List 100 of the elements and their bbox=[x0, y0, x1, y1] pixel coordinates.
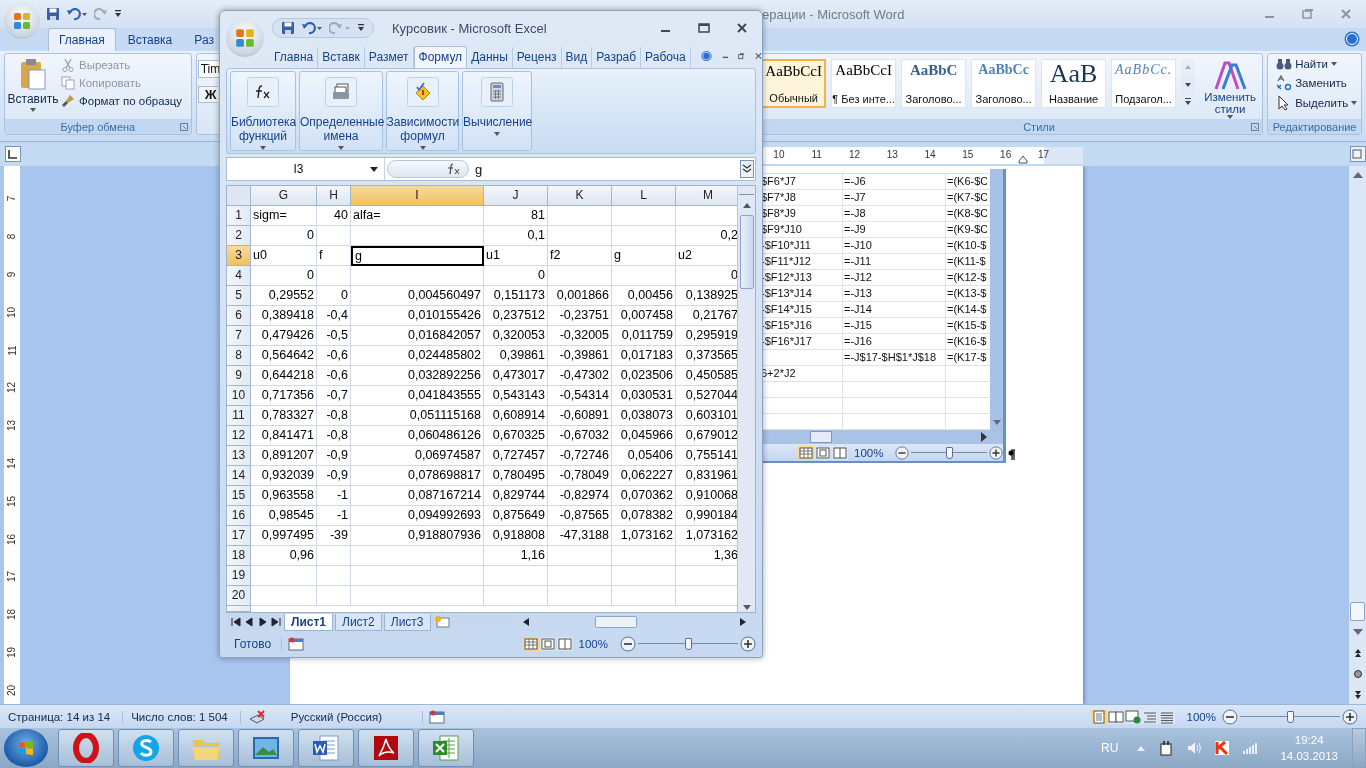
macro-record-icon[interactable] bbox=[288, 637, 305, 651]
new-sheet-icon[interactable] bbox=[432, 615, 451, 629]
zoom-in-icon[interactable] bbox=[1342, 708, 1358, 725]
style-item[interactable]: AaBbC Заголово... bbox=[901, 59, 967, 108]
scroll-down-icon[interactable] bbox=[1351, 627, 1364, 637]
editing-command[interactable]: Заменить bbox=[1276, 75, 1361, 91]
style-item[interactable]: AaB Название bbox=[1041, 59, 1107, 108]
style-item[interactable]: AaBbCc. Подзагол... bbox=[1111, 59, 1177, 108]
taskbar-button[interactable] bbox=[58, 729, 114, 767]
draft-view-icon[interactable] bbox=[1158, 709, 1175, 724]
style-item[interactable]: AaBbCcI Обычный bbox=[761, 59, 827, 108]
help-icon[interactable] bbox=[700, 48, 712, 64]
zoom-in-icon[interactable] bbox=[740, 636, 756, 652]
taskbar-button[interactable] bbox=[238, 729, 294, 767]
antivirus-k-icon[interactable] bbox=[1214, 740, 1231, 756]
scroll-right-icon[interactable] bbox=[738, 617, 748, 627]
row-header[interactable]: 15 bbox=[227, 486, 251, 506]
ribbon-tab[interactable]: Главная bbox=[48, 28, 116, 51]
row-header[interactable]: 18 bbox=[227, 546, 251, 566]
ribbon-tab[interactable]: Вставка bbox=[117, 29, 183, 51]
zoom-in-icon[interactable] bbox=[989, 445, 1004, 460]
change-styles-button[interactable]: Изменить стили bbox=[1200, 59, 1261, 119]
office-button[interactable] bbox=[4, 3, 40, 39]
sheet-navigation-icon[interactable] bbox=[230, 617, 282, 627]
web-layout-icon[interactable] bbox=[1124, 709, 1141, 724]
row-header[interactable]: 6 bbox=[227, 306, 251, 326]
row-header[interactable]: 2 bbox=[227, 226, 251, 246]
scrollbar-thumb[interactable] bbox=[594, 616, 637, 628]
row-header[interactable]: 16 bbox=[227, 506, 251, 526]
normal-view-icon[interactable] bbox=[798, 445, 814, 460]
ribbon-group-button[interactable]: Библиотека функций bbox=[230, 71, 296, 151]
row-header[interactable]: 5 bbox=[227, 286, 251, 306]
column-header[interactable]: M bbox=[676, 186, 737, 206]
slider-thumb[interactable] bbox=[946, 446, 954, 459]
restore-icon[interactable] bbox=[1302, 8, 1314, 20]
formula-field[interactable]: g bbox=[469, 161, 740, 177]
slider-thumb[interactable] bbox=[685, 638, 692, 650]
undo-icon[interactable] bbox=[66, 7, 88, 21]
row-header[interactable]: 8 bbox=[227, 346, 251, 366]
scrollbar-thumb[interactable] bbox=[1350, 602, 1365, 621]
style-item[interactable]: AaBbCcI ¶ Без инте... bbox=[831, 59, 897, 108]
editing-command[interactable]: Найти bbox=[1276, 57, 1361, 71]
row-header[interactable]: 4 bbox=[227, 266, 251, 286]
row-header[interactable]: 14 bbox=[227, 466, 251, 486]
zoom-out-icon[interactable] bbox=[620, 636, 636, 652]
page-break-icon[interactable] bbox=[556, 637, 573, 651]
language-indicator[interactable]: Русский (Россия) bbox=[282, 710, 423, 723]
ribbon-tab[interactable]: Формул bbox=[413, 46, 468, 68]
ribbon-tab[interactable]: Раз bbox=[184, 29, 215, 51]
sheet-tab[interactable]: Лист1 bbox=[284, 613, 334, 631]
row-header[interactable]: 19 bbox=[227, 566, 251, 586]
row-header[interactable]: 20 bbox=[227, 586, 251, 606]
restore-icon[interactable] bbox=[738, 51, 746, 61]
office-button[interactable] bbox=[226, 19, 264, 57]
page-layout-icon[interactable] bbox=[815, 445, 831, 460]
tab-selector-icon[interactable] bbox=[5, 146, 21, 162]
style-item[interactable]: AaBbCc Заголово... bbox=[971, 59, 1037, 108]
ruler-toggle-icon[interactable] bbox=[1350, 146, 1366, 162]
start-button[interactable] bbox=[4, 729, 48, 767]
page-count[interactable]: Страница: 14 из 14 bbox=[0, 710, 124, 723]
browse-object-icon[interactable] bbox=[1352, 669, 1363, 679]
word-count[interactable]: Число слов: 1 504 bbox=[123, 710, 241, 723]
row-header[interactable]: 10 bbox=[227, 386, 251, 406]
page-break-icon[interactable] bbox=[832, 445, 848, 460]
scrollbar-thumb[interactable] bbox=[739, 215, 754, 289]
row-header[interactable]: 3 bbox=[227, 246, 251, 266]
column-header[interactable]: G bbox=[251, 186, 317, 206]
macro-record-icon[interactable] bbox=[429, 709, 445, 724]
column-header[interactable]: L bbox=[612, 186, 676, 206]
paste-button[interactable]: Вставить bbox=[5, 54, 61, 119]
save-icon[interactable] bbox=[281, 20, 295, 35]
next-page-icon[interactable] bbox=[1352, 690, 1363, 700]
save-icon[interactable] bbox=[46, 7, 60, 21]
indent-marker-icon[interactable] bbox=[1018, 155, 1028, 164]
zoom-out-icon[interactable] bbox=[1222, 708, 1238, 725]
ribbon-group-button[interactable]: Определенные имена bbox=[299, 71, 383, 151]
zoom-level[interactable]: 100% bbox=[1186, 710, 1216, 723]
row-header[interactable]: 9 bbox=[227, 366, 251, 386]
font-field[interactable]: Tim bbox=[197, 60, 222, 78]
power-plug-icon[interactable] bbox=[1158, 740, 1175, 756]
bold-button[interactable]: Ж bbox=[197, 86, 219, 103]
vertical-scrollbar[interactable] bbox=[737, 186, 755, 612]
row-header[interactable]: 17 bbox=[227, 526, 251, 546]
taskbar-button[interactable] bbox=[298, 729, 354, 767]
sheet-tab[interactable]: Лист2 bbox=[335, 613, 382, 631]
dialog-launcher-icon[interactable] bbox=[1251, 123, 1260, 131]
previous-page-icon[interactable] bbox=[1352, 648, 1363, 658]
taskbar-button[interactable] bbox=[418, 729, 474, 767]
ribbon-group-button[interactable]: Зависимости формул bbox=[386, 71, 459, 151]
undo-icon[interactable] bbox=[301, 20, 323, 35]
row-header[interactable]: 7 bbox=[227, 326, 251, 346]
scrollbar-thumb[interactable] bbox=[810, 431, 832, 443]
row-header[interactable]: 13 bbox=[227, 446, 251, 466]
column-header[interactable]: H bbox=[317, 186, 351, 206]
row-header[interactable]: 1 bbox=[227, 206, 251, 226]
sheet-tab[interactable]: Лист3 bbox=[383, 613, 431, 631]
normal-view-icon[interactable] bbox=[522, 637, 539, 651]
slider-thumb[interactable] bbox=[1287, 710, 1294, 723]
vertical-scrollbar[interactable] bbox=[1349, 166, 1366, 704]
scroll-right-icon[interactable] bbox=[979, 431, 989, 443]
